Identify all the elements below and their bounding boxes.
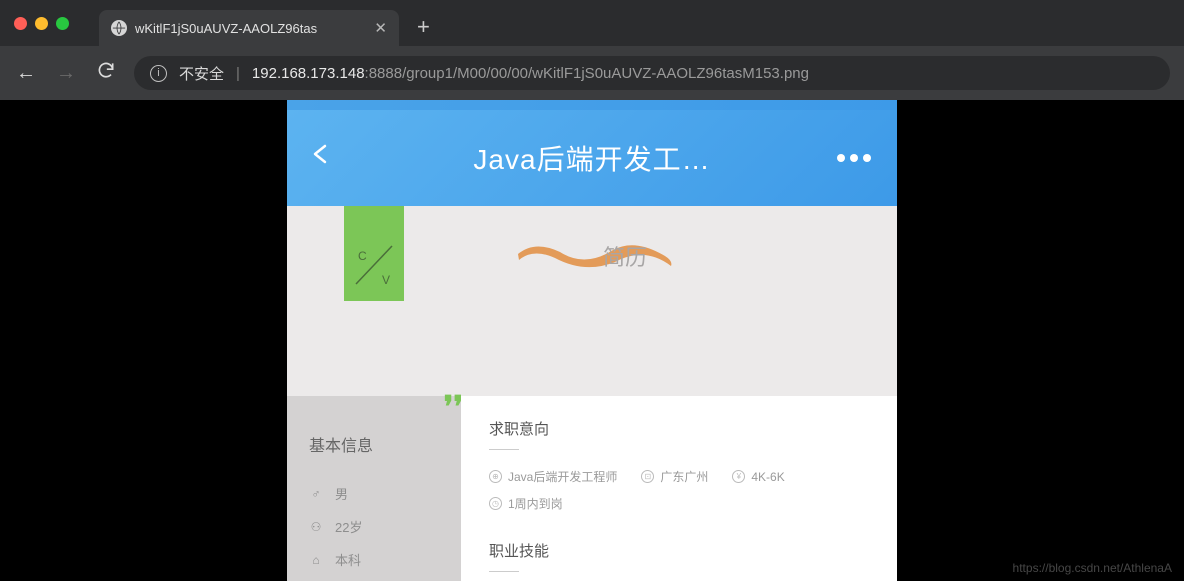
resume-sidebar: ❜❜ 基本信息 ♂ 男 ⚇ 22岁 ⌂ 本科 ◉ (287, 396, 461, 581)
intent-value: Java后端开发工程师 (508, 468, 617, 485)
displayed-image: Java后端开发工… C V (287, 100, 897, 581)
salary-icon: ¥ (732, 470, 745, 483)
age-icon: ⚇ (309, 520, 323, 534)
intent-value: 广东广州 (660, 468, 708, 485)
reload-button[interactable] (94, 60, 118, 86)
forward-button[interactable]: → (54, 62, 78, 85)
section-title-intent: 求职意向 (489, 418, 869, 439)
intent-item: ◷ 1周内到岗 (489, 495, 563, 512)
browser-tab[interactable]: wKitlF1jS0uAUVZ-AAOLZ96tas ✕ (99, 10, 399, 46)
browser-toolbar: ← → i 不安全 | 192.168.173.148:8888/group1/… (0, 46, 1184, 100)
job-icon: ⊕ (489, 470, 502, 483)
site-info-icon[interactable]: i (150, 65, 167, 82)
resume-name-partial: 简历 (603, 240, 647, 272)
tab-title: wKitlF1jS0uAUVZ-AAOLZ96tas (135, 21, 366, 36)
dot-icon (863, 154, 871, 162)
basic-info-row: ⌂ 本科 (309, 550, 439, 569)
more-menu-button[interactable] (837, 154, 871, 162)
section-divider (489, 449, 519, 450)
basic-info-row: ⚇ 22岁 (309, 517, 439, 536)
dot-icon (850, 154, 858, 162)
svg-text:C: C (358, 249, 367, 263)
intent-item: ¥ 4K-6K (732, 468, 784, 485)
section-divider (489, 571, 519, 572)
address-path: :8888/group1/M00/00/00/wKitlF1jS0uAUVZ-A… (365, 65, 809, 82)
address-bar[interactable]: i 不安全 | 192.168.173.148:8888/group1/M00/… (134, 56, 1170, 90)
resume-main: 求职意向 ⊕ Java后端开发工程师 ⊡ 广东广州 ¥ 4 (461, 396, 897, 581)
globe-icon (111, 20, 127, 36)
window-close-button[interactable] (14, 17, 27, 30)
back-button[interactable]: ← (14, 62, 38, 85)
sidebar-section-title: 基本信息 (309, 432, 439, 456)
location-icon: ⊡ (641, 470, 654, 483)
new-tab-button[interactable]: + (417, 14, 430, 40)
address-host: 192.168.173.148 (252, 65, 365, 82)
clock-icon: ◷ (489, 497, 502, 510)
svg-text:V: V (382, 273, 390, 287)
window-maximize-button[interactable] (56, 17, 69, 30)
insecure-label: 不安全 (179, 63, 224, 84)
mobile-page-title: Java后端开发工… (315, 138, 869, 178)
education-icon: ⌂ (309, 553, 323, 567)
tab-strip: wKitlF1jS0uAUVZ-AAOLZ96tas ✕ + (0, 0, 1184, 46)
page-viewport: Java后端开发工… C V (0, 100, 1184, 581)
basic-info-row: ♂ 男 (309, 484, 439, 503)
window-controls (14, 17, 69, 30)
intent-value: 4K-6K (751, 470, 784, 484)
window-minimize-button[interactable] (35, 17, 48, 30)
basic-info-value: 男 (335, 484, 348, 503)
watermark-text: https://blog.csdn.net/AthlenaA (1013, 561, 1172, 575)
quote-icon: ❜❜ (444, 390, 463, 425)
dot-icon (837, 154, 845, 162)
cv-badge: C V (344, 206, 404, 301)
resume-header-area: C V 简历 (287, 206, 897, 396)
address-text: 192.168.173.148:8888/group1/M00/00/00/wK… (252, 65, 809, 82)
redaction-scribble (515, 236, 675, 270)
mobile-status-bar (287, 100, 897, 110)
intent-value: 1周内到岗 (508, 495, 563, 512)
basic-info-value: 本科 (335, 550, 361, 569)
section-title-skills: 职业技能 (489, 540, 869, 561)
mobile-app-header: Java后端开发工… (287, 110, 897, 206)
gender-icon: ♂ (309, 487, 323, 501)
intent-item: ⊕ Java后端开发工程师 (489, 468, 617, 485)
back-icon[interactable] (309, 140, 333, 176)
address-divider: | (236, 65, 240, 82)
intent-item: ⊡ 广东广州 (641, 468, 708, 485)
basic-info-value: 22岁 (335, 517, 362, 536)
tab-close-button[interactable]: ✕ (374, 19, 387, 37)
